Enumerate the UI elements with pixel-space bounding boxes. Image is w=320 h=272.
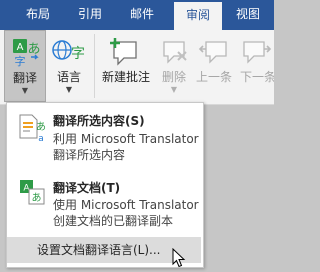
translate-selection-item[interactable]: あ a 翻译所选内容(S) 利用 Microsoft Translator 翻译… bbox=[7, 109, 203, 167]
new-comment-label: 新建批注 bbox=[101, 70, 150, 84]
svg-text:あ: あ bbox=[36, 121, 46, 133]
translate-selection-desc-1: 利用 Microsoft Translator bbox=[53, 132, 199, 146]
set-translation-language-label: 设置文档翻译语言(L)... bbox=[37, 243, 161, 257]
translate-selection-title: 翻译所选内容(S) bbox=[53, 114, 145, 128]
mouse-cursor-icon bbox=[172, 247, 186, 268]
delete-comment-button[interactable]: 删除 ▼ bbox=[156, 30, 192, 102]
new-comment-icon bbox=[98, 34, 154, 68]
translate-dropdown-menu: あ a 翻译所选内容(S) 利用 Microsoft Translator 翻译… bbox=[6, 102, 204, 268]
svg-text:あ: あ bbox=[27, 42, 40, 57]
language-icon: 字 bbox=[48, 34, 90, 68]
tab-review[interactable]: 审阅 bbox=[174, 2, 222, 30]
chevron-down-icon: ▼ bbox=[21, 86, 29, 95]
svg-text:字: 字 bbox=[15, 54, 26, 68]
next-label: 下一条 bbox=[240, 70, 274, 84]
new-comment-button[interactable]: 新建批注 bbox=[98, 30, 154, 102]
translate-document-desc-2: 创建文档的已翻译副本 bbox=[53, 214, 174, 228]
svg-text:字: 字 bbox=[71, 46, 85, 62]
chevron-down-icon: ▼ bbox=[170, 85, 178, 94]
language-button[interactable]: 字 语言 ▼ bbox=[48, 30, 90, 102]
translate-label: 翻译 bbox=[12, 71, 37, 85]
next-comment-icon bbox=[236, 34, 274, 68]
delete-comment-icon bbox=[156, 34, 192, 68]
translate-document-desc-1: 使用 Microsoft Translator bbox=[53, 198, 199, 212]
translate-document-icon: A あ bbox=[17, 177, 47, 207]
ribbon-separator bbox=[94, 34, 95, 98]
ribbon-tab-strip: 布局 引用 邮件 审阅 视图 bbox=[0, 0, 274, 30]
tab-references[interactable]: 引用 bbox=[70, 0, 110, 30]
svg-text:あ: あ bbox=[32, 192, 42, 204]
previous-comment-icon bbox=[194, 34, 234, 68]
chevron-down-icon: ▼ bbox=[65, 85, 73, 94]
tab-view[interactable]: 视图 bbox=[226, 0, 270, 30]
previous-comment-button[interactable]: 上一条 bbox=[194, 30, 234, 102]
delete-label: 删除 bbox=[161, 70, 186, 84]
translate-selection-icon: あ a bbox=[17, 113, 47, 144]
language-label: 语言 bbox=[56, 70, 81, 84]
ribbon-panel: A あ 字 翻译 ▼ 字 语言 ▼ 新建批注 删除 ▼ 上一条 下一条 bbox=[0, 30, 274, 105]
translate-button[interactable]: A あ 字 翻译 ▼ bbox=[4, 30, 46, 102]
tab-layout[interactable]: 布局 bbox=[18, 0, 58, 30]
translate-icon: A あ 字 bbox=[5, 35, 45, 69]
svg-text:a: a bbox=[38, 134, 44, 143]
translate-document-item[interactable]: A あ 翻译文档(T) 使用 Microsoft Translator 创建文档… bbox=[7, 173, 203, 231]
next-comment-button[interactable]: 下一条 bbox=[236, 30, 274, 102]
tab-mailings[interactable]: 邮件 bbox=[122, 0, 162, 30]
svg-text:A: A bbox=[17, 42, 24, 53]
previous-label: 上一条 bbox=[195, 70, 232, 84]
translate-selection-desc-2: 翻译所选内容 bbox=[53, 148, 126, 162]
translate-document-title: 翻译文档(T) bbox=[53, 181, 121, 195]
